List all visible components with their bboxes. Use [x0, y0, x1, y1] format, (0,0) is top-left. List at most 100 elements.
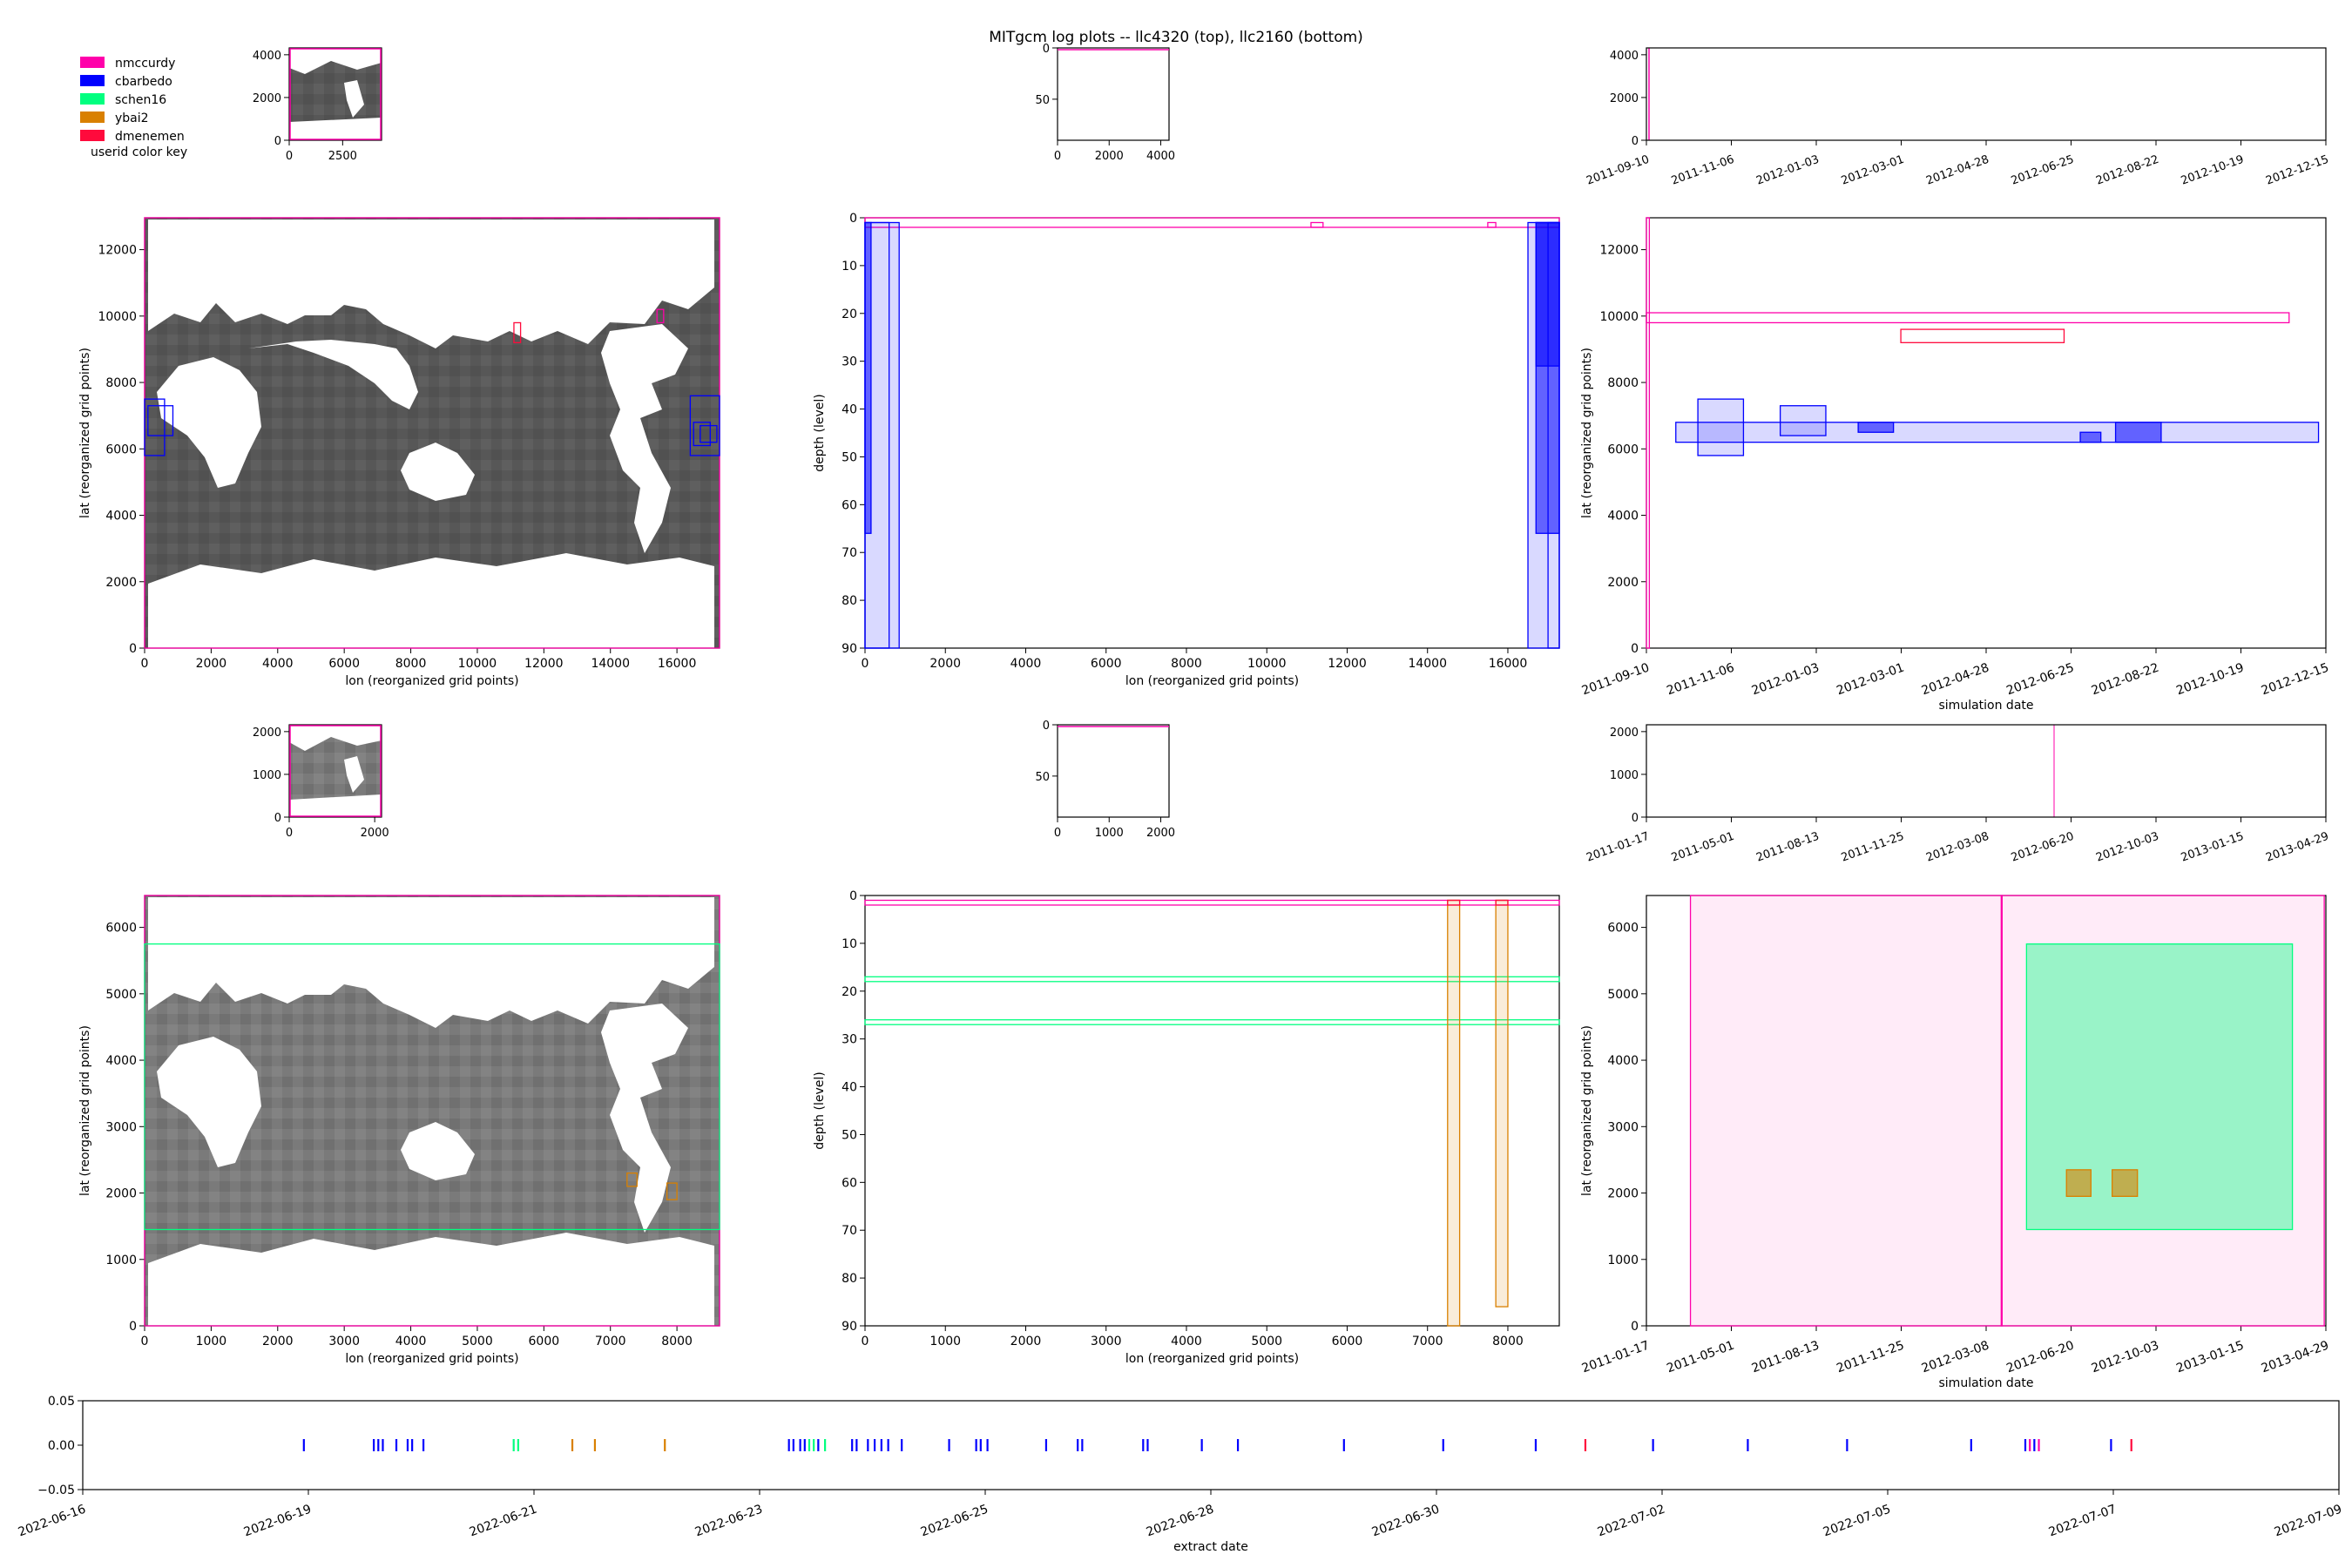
plot-frame — [864, 217, 1560, 649]
y-tick-label: 8000 — [105, 376, 137, 390]
x-tick-label: 2012-08-22 — [2090, 661, 2161, 699]
y-tick-label: 0 — [849, 212, 857, 226]
data-box-cbarbedo — [1779, 405, 1827, 436]
plot-frame — [1057, 724, 1170, 818]
x-tick-label: 2022-07-07 — [2047, 1503, 2119, 1540]
data-box-nmccurdy — [656, 308, 665, 324]
y-tick-label: 4000 — [1610, 50, 1639, 63]
x-tick-label: 2022-07-09 — [2273, 1503, 2344, 1540]
x-tick-label: 2500 — [328, 150, 357, 163]
plot-frame — [82, 1400, 2340, 1490]
y-tick-label: 0 — [129, 1320, 137, 1334]
x-tick-label: 2022-06-23 — [693, 1503, 765, 1540]
x-tick-label: 4000 — [395, 1335, 427, 1348]
data-box-dmenemen — [1495, 899, 1509, 906]
x-tick-label: 14000 — [591, 657, 630, 671]
x-tick-label: 2000 — [262, 1335, 294, 1348]
x-tick-label: 2012-10-19 — [2180, 153, 2246, 188]
x-axis-label: lon (reorganized grid points) — [345, 1352, 518, 1366]
x-tick-label: 2011-09-10 — [1585, 153, 1651, 188]
y-tick-label: 4000 — [253, 50, 281, 63]
x-tick-label: 2011-11-06 — [1670, 153, 1736, 188]
llc2160-map-marks — [144, 895, 720, 1327]
plot-frame — [1646, 724, 2327, 818]
y-axis-label: depth (level) — [813, 394, 827, 471]
legend-label: dmenemen — [115, 130, 185, 144]
x-tick-label: 2012-10-19 — [2174, 661, 2246, 699]
y-tick-label: 60 — [841, 498, 857, 512]
x-tick-label: 2011-05-01 — [1665, 1339, 1736, 1376]
legend-label: cbarbedo — [115, 75, 172, 89]
legend-caption: userid color key — [91, 145, 187, 159]
x-tick-label: 2022-07-05 — [1821, 1503, 1893, 1540]
y-tick-label: 2000 — [1607, 1187, 1639, 1201]
x-tick-label: 2012-04-28 — [1924, 153, 1990, 188]
y-tick-label: 60 — [841, 1176, 857, 1190]
data-box-dmenemen — [1447, 899, 1461, 906]
y-axis-label: lat (reorganized grid points) — [1580, 1025, 1594, 1196]
x-axis-label: lon (reorganized grid points) — [1125, 1352, 1299, 1366]
x-tick-label: 7000 — [1412, 1335, 1443, 1348]
data-box-nmccurdy — [864, 217, 1560, 228]
y-tick-label: 2000 — [1610, 92, 1639, 105]
legend-entry: ybai2 — [80, 112, 149, 125]
x-tick-label: 7000 — [595, 1335, 626, 1348]
x-tick-label: 2012-01-03 — [1750, 661, 1821, 699]
data-box-ybai2 — [2065, 1169, 2092, 1197]
x-tick-label: 2011-09-10 — [1580, 661, 1652, 699]
y-tick-label: 50 — [1035, 771, 1050, 784]
y-tick-label: 50 — [841, 1128, 857, 1142]
y-axis-label: lat (reorganized grid points) — [78, 348, 92, 518]
x-tick-label: 2012-12-15 — [2264, 153, 2330, 188]
x-tick-label: 3000 — [328, 1335, 360, 1348]
x-tick-label: 1000 — [1095, 827, 1124, 840]
x-tick-label: 2022-06-16 — [17, 1503, 88, 1540]
x-tick-label: 2012-06-20 — [2010, 830, 2076, 865]
x-tick-label: 0 — [862, 657, 869, 671]
x-tick-label: 1000 — [196, 1335, 227, 1348]
y-tick-label: 6000 — [1607, 922, 1639, 936]
x-axis-label: lon (reorganized grid points) — [345, 674, 518, 688]
y-tick-label: 5000 — [1607, 988, 1639, 1002]
x-tick-label: 8000 — [395, 657, 427, 671]
x-tick-label: 2012-06-20 — [2004, 1339, 2076, 1376]
x-tick-label: 2022-07-02 — [1596, 1503, 1667, 1540]
y-tick-label: 40 — [841, 1081, 857, 1095]
y-tick-label: 0 — [1632, 135, 1639, 148]
extract-timeline-axes: 2022-06-16 2022-06-19 2022-06-21 2022-06-23… — [17, 1395, 2344, 1554]
x-tick-label: 2012-01-03 — [1754, 153, 1821, 188]
y-tick-label: 0 — [274, 812, 281, 825]
x-tick-label: 8000 — [661, 1335, 693, 1348]
x-tick-label: 10000 — [1247, 657, 1287, 671]
x-tick-label: 2012-10-03 — [2094, 830, 2160, 865]
x-tick-label: 2012-08-22 — [2094, 153, 2160, 188]
x-tick-label: 6000 — [1332, 1335, 1363, 1348]
x-tick-label: 0 — [286, 150, 293, 163]
y-tick-label: 4000 — [1607, 1054, 1639, 1068]
y-tick-label: 1000 — [1610, 769, 1639, 782]
y-tick-label: 20 — [841, 985, 857, 999]
y-tick-label: 90 — [841, 642, 857, 656]
y-tick-label: 70 — [841, 546, 857, 560]
llc4320-depth-marks — [864, 217, 1560, 649]
y-tick-label: 50 — [1035, 94, 1050, 107]
y-tick-label: 10 — [841, 260, 857, 274]
data-box-nmccurdy — [2000, 895, 2003, 1327]
data-box-nmccurdy — [144, 217, 720, 649]
llc4320-map-marks — [144, 217, 720, 649]
y-tick-label: 4000 — [105, 1054, 137, 1068]
y-tick-label: 8000 — [1607, 376, 1639, 390]
x-tick-label: 2012-03-01 — [1835, 661, 1906, 699]
figure-canvas: MITgcm log plots -- llc4320 (top), llc21… — [17, 29, 2344, 1554]
data-box-cbarbedo — [1547, 221, 1560, 649]
y-tick-label: 12000 — [1599, 244, 1639, 258]
y-tick-label: 0 — [274, 135, 281, 148]
data-box-cbarbedo — [1857, 422, 1895, 433]
y-axis-label: lat (reorganized grid points) — [78, 1025, 92, 1196]
y-tick-label: 12000 — [98, 244, 137, 258]
data-box-ybai2 — [1447, 899, 1461, 1327]
y-tick-label: 0 — [1632, 812, 1639, 825]
y-tick-label: 70 — [841, 1224, 857, 1238]
data-box-cbarbedo — [1697, 398, 1745, 456]
legend-swatch — [80, 75, 105, 86]
